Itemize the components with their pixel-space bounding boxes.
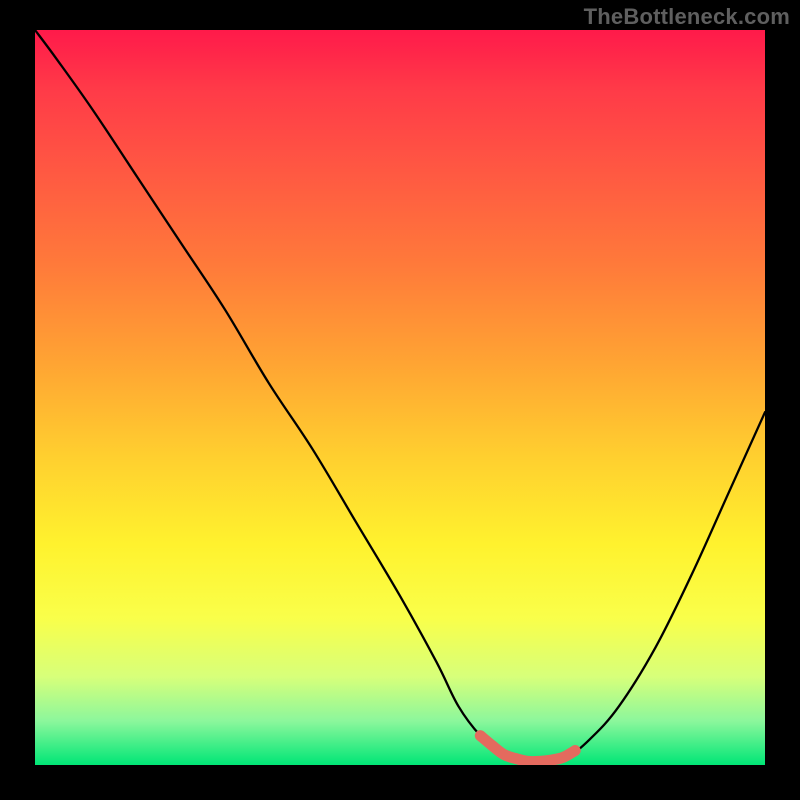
watermark-text: TheBottleneck.com (584, 4, 790, 30)
chart-frame: TheBottleneck.com (0, 0, 800, 800)
plot-area (35, 30, 765, 765)
plot-svg (35, 30, 765, 765)
optimal-range-highlight (480, 736, 575, 762)
bottleneck-curve (35, 30, 765, 762)
